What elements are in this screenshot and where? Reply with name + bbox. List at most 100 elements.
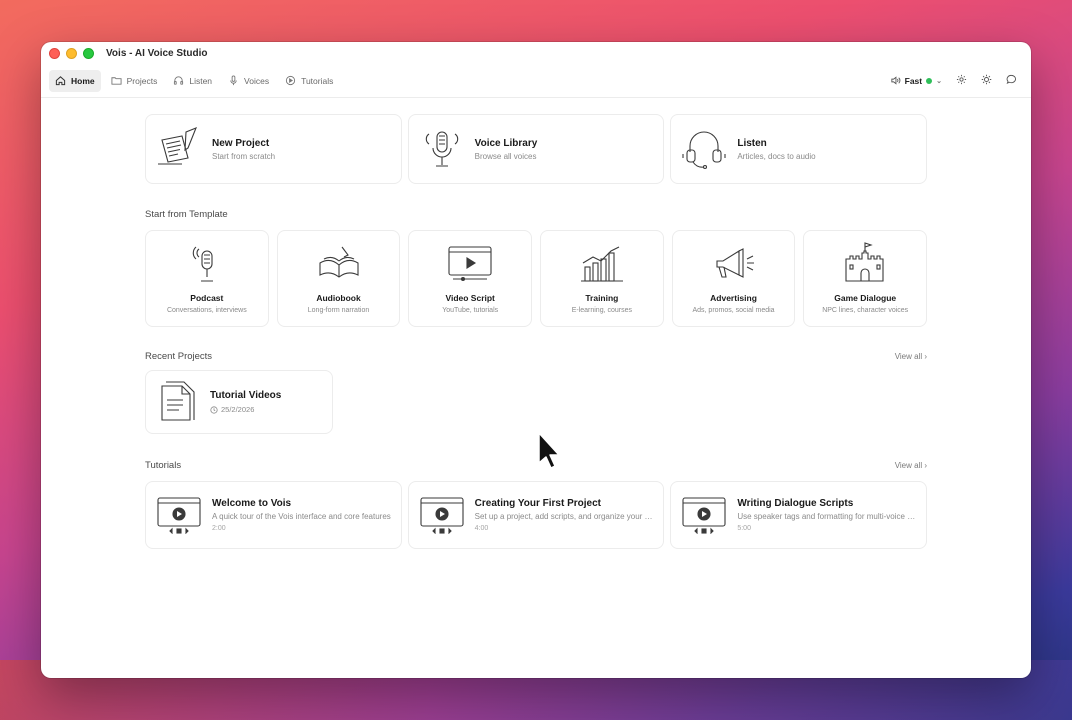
bar-chart-icon (580, 246, 623, 282)
voice-library-card[interactable]: Voice Library Browse all voices (407, 114, 665, 184)
tutorial-duration: 4:00 (474, 525, 489, 532)
nav-listen[interactable]: Listen (167, 70, 218, 92)
nav-voices-label: Voices (244, 75, 270, 86)
minimize-window-button[interactable] (66, 47, 77, 59)
recent-view-all-link[interactable]: View all › (895, 352, 927, 361)
template-training-name: Training (585, 293, 619, 303)
documents-icon (161, 381, 195, 421)
tutorials-heading: Tutorials (145, 460, 182, 471)
template-audiobook[interactable]: Audiobook Long-form narration (276, 230, 401, 327)
recent-project-card[interactable]: Tutorial Videos 25/2/2026 (145, 370, 333, 434)
nav-projects[interactable]: Projects (105, 70, 164, 92)
paper-quill-icon (158, 127, 197, 165)
template-game-dialogue-desc: NPC lines, character voices (822, 307, 909, 314)
top-nav: Home Projects Listen Voices Tutorials Fa… (41, 64, 1031, 98)
listen-title: Listen (737, 137, 767, 149)
template-podcast[interactable]: Podcast Conversations, interviews (145, 230, 269, 327)
template-audiobook-name: Audiobook (316, 293, 361, 303)
chevron-down-icon: ⌄ (936, 77, 942, 85)
megaphone-icon (715, 248, 754, 278)
listen-card[interactable]: Listen Articles, docs to audio (670, 114, 928, 184)
tutorials-view-all-label: View all (894, 461, 923, 470)
template-podcast-desc: Conversations, interviews (166, 307, 247, 314)
video-thumbnail-icon (682, 497, 726, 534)
tutorial-duration: 2:00 (212, 525, 226, 532)
tutorial-title: Welcome to Vois (212, 498, 292, 509)
template-video-script-desc: YouTube, tutorials (442, 307, 499, 314)
template-video-script[interactable]: Video Script YouTube, tutorials (408, 230, 533, 327)
template-advertising-desc: Ads, promos, social media (692, 307, 775, 314)
window-title: Vois - AI Voice Studio (106, 47, 208, 59)
template-advertising-name: Advertising (710, 293, 757, 303)
folder-icon (111, 77, 122, 85)
mouse-cursor-icon (538, 432, 560, 469)
castle-icon (845, 242, 884, 282)
tutorial-desc: Use speaker tags and formatting for mult… (737, 512, 917, 521)
tutorial-duration: 5:00 (737, 525, 751, 532)
main-content: New Project Start from scratch Voice Lib… (145, 114, 928, 549)
tutorials-list: Welcome to Vois A quick tour of the Vois… (145, 481, 928, 549)
voice-library-subtitle: Browse all voices (474, 151, 537, 161)
window-controls (49, 47, 94, 59)
template-video-script-name: Video Script (445, 293, 495, 303)
nav-home[interactable]: Home (49, 69, 101, 92)
recent-project-title: Tutorial Videos (210, 390, 282, 401)
sun-icon (981, 74, 992, 84)
tutorial-card[interactable]: Creating Your First Project Set up a pro… (407, 481, 665, 549)
theme-toggle-button[interactable] (981, 72, 992, 90)
nav-listen-label: Listen (189, 75, 213, 86)
nav-right-controls: Fast ⌄ (890, 72, 1023, 90)
speed-label: Fast (904, 75, 923, 86)
template-game-dialogue-name: Game Dialogue (834, 293, 897, 303)
close-window-button[interactable] (49, 47, 60, 59)
tutorial-card[interactable]: Writing Dialogue Scripts Use speaker tag… (670, 481, 928, 549)
new-project-subtitle: Start from scratch (212, 151, 276, 161)
speaker-icon (891, 76, 901, 85)
speed-status-dot (926, 77, 933, 84)
settings-button[interactable] (956, 72, 967, 90)
recent-project-date-text: 25/2/2026 (221, 405, 255, 414)
recent-project-date: 25/2/2026 (210, 405, 281, 414)
feedback-button[interactable] (1006, 72, 1017, 90)
zoom-window-button[interactable] (83, 47, 94, 59)
tutorial-card[interactable]: Welcome to Vois A quick tour of the Vois… (145, 481, 402, 549)
recent-projects-heading: Recent Projects (145, 351, 213, 362)
template-podcast-name: Podcast (190, 293, 224, 303)
recent-view-all-label: View all (894, 352, 923, 361)
voice-library-title: Voice Library (474, 137, 538, 149)
headphones-icon (174, 76, 184, 85)
tutorial-desc: A quick tour of the Vois interface and c… (212, 512, 391, 521)
tutorial-desc: Set up a project, add scripts, and organ… (474, 512, 655, 521)
clock-icon (210, 405, 218, 414)
templates-heading: Start from Template (145, 209, 228, 220)
chat-bubble-icon (1006, 74, 1016, 84)
nav-projects-label: Projects (126, 75, 158, 86)
gear-icon (956, 74, 967, 84)
tutorial-title: Creating Your First Project (474, 498, 601, 509)
templates-grid: Podcast Conversations, interviews Audiob… (145, 230, 928, 327)
quick-actions: New Project Start from scratch Voice Lib… (145, 114, 928, 184)
microphone-icon (425, 131, 458, 167)
new-project-card[interactable]: New Project Start from scratch (145, 114, 402, 184)
template-game-dialogue[interactable]: Game Dialogue NPC lines, character voice… (803, 230, 928, 327)
speed-selector[interactable]: Fast ⌄ (890, 75, 942, 86)
home-icon (55, 76, 66, 86)
podcast-mic-icon (192, 246, 213, 282)
title-bar: Vois - AI Voice Studio (41, 42, 1031, 64)
listen-subtitle: Articles, docs to audio (737, 151, 816, 161)
template-training[interactable]: Training E-learning, courses (540, 230, 664, 327)
template-advertising[interactable]: Advertising Ads, promos, social media (671, 230, 796, 327)
new-project-title: New Project (212, 137, 270, 149)
template-training-desc: E-learning, courses (571, 307, 632, 314)
video-player-icon (448, 246, 492, 282)
video-thumbnail-icon (157, 497, 201, 534)
tutorials-view-all-link[interactable]: View all › (895, 461, 927, 470)
open-book-icon (318, 246, 359, 278)
headset-icon (682, 131, 726, 170)
nav-voices[interactable]: Voices (222, 70, 275, 92)
app-window: Vois - AI Voice Studio Home Projects Lis… (41, 42, 1031, 678)
video-thumbnail-icon (420, 497, 464, 534)
template-audiobook-desc: Long-form narration (307, 307, 370, 314)
nav-tutorials[interactable]: Tutorials (279, 70, 339, 92)
nav-tutorials-label: Tutorials (301, 75, 334, 86)
